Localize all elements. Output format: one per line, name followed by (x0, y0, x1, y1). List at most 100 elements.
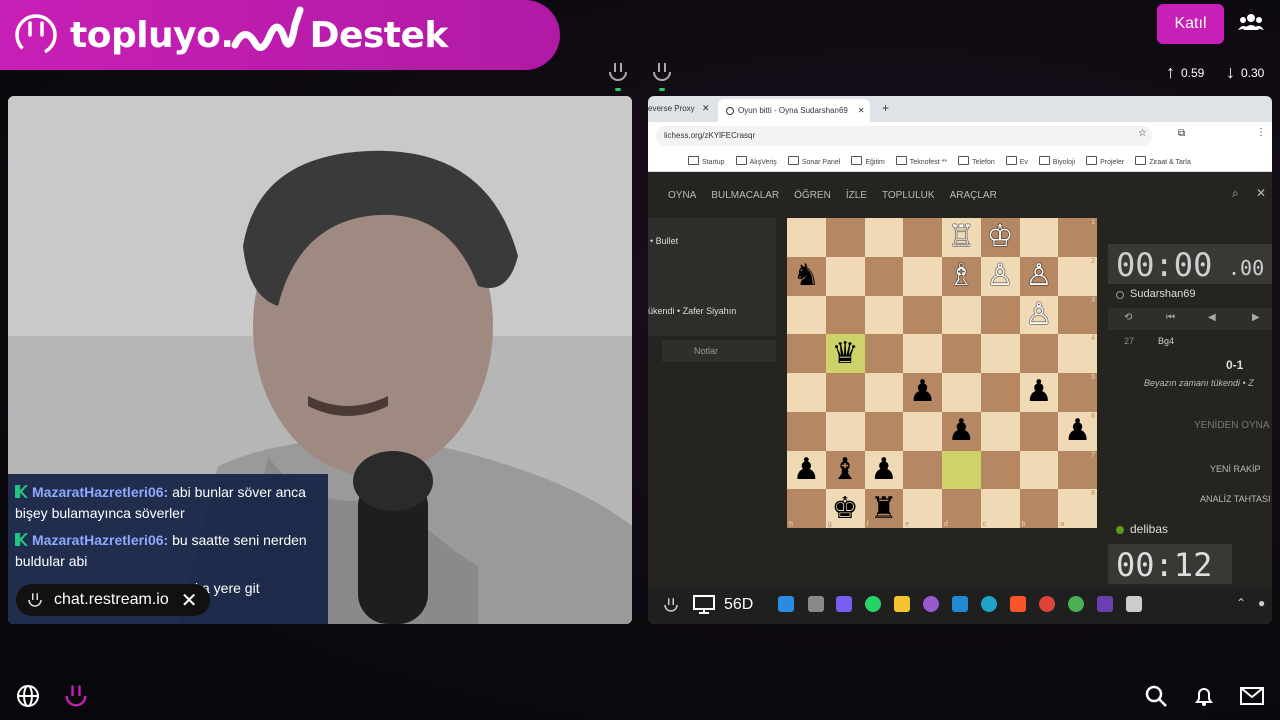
bookmark-item[interactable]: Teknofest ** (896, 156, 947, 166)
nav-item-watch[interactable]: İZLE (846, 190, 867, 201)
chrome-icon[interactable] (1039, 596, 1055, 612)
board-square[interactable] (825, 411, 865, 451)
bookmark-item[interactable]: Projeler (1086, 156, 1124, 166)
copilot-icon[interactable] (836, 596, 852, 612)
white-king-piece[interactable]: ♔ (987, 222, 1014, 252)
board-square[interactable] (864, 218, 904, 257)
close-icon[interactable]: ✕ (1256, 186, 1266, 200)
edge-icon[interactable] (981, 596, 997, 612)
app-icon[interactable] (1097, 596, 1113, 612)
next-move-icon[interactable]: ▶ (1252, 312, 1260, 323)
mail-icon[interactable] (1240, 686, 1264, 706)
nav-item-puzzles[interactable]: BULMACALAR (711, 190, 779, 201)
bookmark-item[interactable]: Telefon (958, 156, 995, 166)
board-square[interactable] (1019, 411, 1059, 451)
board-square[interactable] (942, 450, 981, 490)
board-square[interactable]: ♟ (864, 450, 904, 490)
url-input[interactable]: lichess.org/zKYlFECrasqr (656, 126, 1152, 146)
menu-icon[interactable]: ⋮ (1256, 127, 1266, 138)
bookmark-item[interactable]: Eğitim (851, 156, 884, 166)
board-square[interactable] (864, 411, 904, 451)
board-square[interactable]: 8a (1058, 489, 1097, 528)
black-king-piece[interactable]: ♚ (832, 493, 859, 524)
github-icon[interactable] (923, 596, 939, 612)
board-square[interactable]: 2 (1058, 256, 1097, 296)
board-square[interactable] (980, 334, 1020, 373)
board-square[interactable]: ♟ (1019, 373, 1059, 412)
board-square[interactable]: d (942, 489, 981, 528)
board-square[interactable]: 4 (1058, 334, 1097, 373)
browser-tab[interactable]: everse Proxy (648, 104, 695, 113)
search-icon[interactable] (1144, 684, 1168, 708)
chrome-icon[interactable] (1068, 596, 1084, 612)
nav-item-play[interactable]: OYNA (668, 190, 696, 201)
board-square[interactable]: ♙ (1019, 295, 1059, 335)
new-opponent-button[interactable]: YENİ RAKİP (1210, 464, 1261, 474)
black-pawn-piece[interactable]: ♟ (909, 377, 936, 407)
board-square[interactable] (980, 450, 1020, 490)
flip-board-icon[interactable]: ⟲ (1124, 312, 1132, 323)
new-tab-icon[interactable]: + (882, 101, 889, 115)
board-square[interactable] (980, 373, 1020, 412)
browser-tab-active[interactable]: Oyun bitti - Oyna Sudarshan69 ✕ (718, 99, 870, 122)
board-square[interactable] (903, 450, 942, 490)
board-square[interactable] (787, 218, 826, 257)
board-square[interactable] (787, 334, 826, 373)
board-square[interactable] (942, 334, 981, 373)
task-view-icon[interactable] (808, 596, 824, 612)
bookmark-item[interactable]: Startup (688, 156, 725, 166)
board-square[interactable] (903, 218, 942, 257)
board-square[interactable] (864, 334, 904, 373)
board-square[interactable] (942, 295, 981, 335)
close-icon[interactable]: ✕ (702, 103, 710, 114)
first-move-icon[interactable]: ⏮ (1166, 312, 1175, 323)
bookmark-item[interactable]: Ziraat & Tarla (1135, 156, 1191, 166)
board-square[interactable]: c (980, 489, 1020, 528)
board-square[interactable] (825, 295, 865, 335)
board-square[interactable]: ♖ (942, 218, 981, 257)
board-square[interactable] (825, 218, 865, 257)
black-queen-piece[interactable]: ♛ (832, 338, 859, 369)
board-square[interactable]: ♙ (1019, 256, 1059, 296)
black-bishop-piece[interactable]: ♝ (832, 454, 859, 485)
black-pawn-piece[interactable]: ♟ (1025, 377, 1052, 407)
extensions-icon[interactable]: ⧉ (1178, 128, 1185, 139)
black-rook-piece[interactable]: ♜ (870, 493, 897, 524)
board-square[interactable] (903, 295, 942, 335)
board-square[interactable] (1019, 218, 1059, 257)
board-square[interactable] (942, 373, 981, 412)
brave-icon[interactable] (1010, 596, 1026, 612)
bell-icon[interactable] (1192, 684, 1216, 708)
board-square[interactable]: e (903, 489, 942, 528)
board-square[interactable] (864, 256, 904, 296)
board-square[interactable] (864, 295, 904, 335)
board-square[interactable] (825, 256, 865, 296)
bookmark-item[interactable]: Sonar Panel (788, 156, 841, 166)
rematch-button[interactable]: YENİDEN OYNA (1194, 420, 1270, 431)
chevron-up-icon[interactable]: ⌃ (1236, 596, 1246, 610)
chess-board[interactable]: ♖ ♔ 1 ♞ ♗ ♙ ♙ 2 ♙ 3 ♛ 4 ♟ ♟ 5 ♟ ♟ 6 ♟ ♝ ♟ 7 h ♚ g ♜ f e d c b 8 a (787, 218, 1097, 528)
join-button[interactable]: Katıl (1157, 4, 1224, 44)
board-square[interactable]: ♚ g (825, 489, 865, 528)
board-square[interactable]: ♟ (903, 373, 942, 412)
board-square[interactable]: ♙ (980, 256, 1020, 296)
board-square[interactable]: ♞ (787, 256, 826, 296)
globe-icon[interactable] (16, 684, 40, 708)
black-knight-piece[interactable]: ♞ (793, 261, 820, 291)
board-square[interactable] (864, 373, 904, 412)
board-square[interactable]: ♛ (825, 334, 865, 373)
bookmark-item[interactable]: AlışVeriş (736, 156, 777, 166)
board-square[interactable] (980, 411, 1020, 451)
white-pawn-piece[interactable]: ♙ (1025, 261, 1052, 291)
bookmark-item[interactable]: Biyoloji (1039, 156, 1075, 166)
whatsapp-icon[interactable] (865, 596, 881, 612)
app-icon[interactable] (1126, 596, 1142, 612)
close-icon[interactable]: ✕ (181, 588, 198, 613)
nav-item-tools[interactable]: ARAÇLAR (950, 190, 997, 201)
white-rook-piece[interactable]: ♖ (948, 222, 975, 252)
people-icon[interactable] (1238, 12, 1264, 34)
smile-logo-icon[interactable] (62, 682, 90, 710)
board-square[interactable]: 5 (1058, 373, 1097, 412)
board-square[interactable] (787, 411, 826, 451)
white-bishop-piece[interactable]: ♗ (948, 261, 975, 291)
